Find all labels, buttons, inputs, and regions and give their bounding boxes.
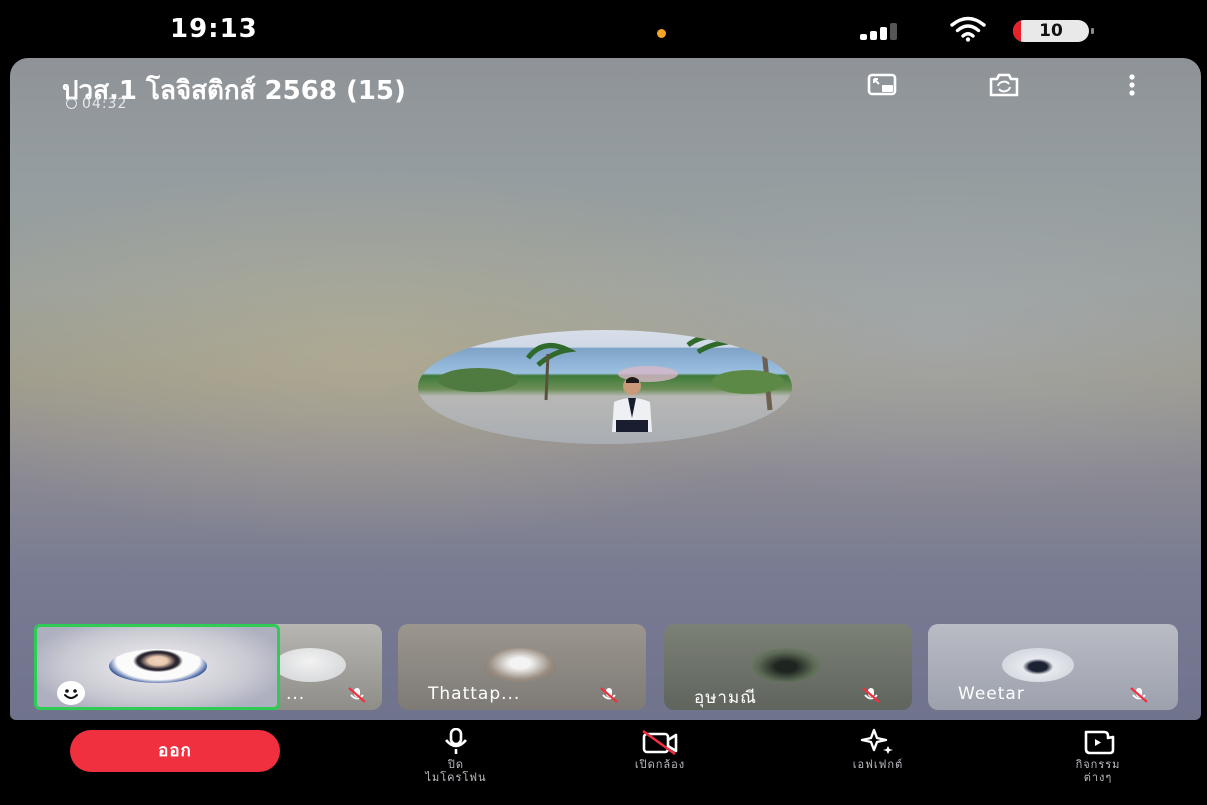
clock-icon [66,98,77,109]
active-speaker-video[interactable] [418,330,792,444]
activities-icon [1084,730,1115,755]
mute-microphone-label-2: ไมโครโฟน [425,771,487,784]
call-controls-bar: ออก ปิด ไมโครโฟน เปิดกล้อง เอฟเฟกต์ กิจก… [0,720,1207,805]
participant-name: Thattap... [428,684,521,704]
video-call-screen: 19:13 10 ปวส.1 โลจิสติกส์ 2568 (15) 04:3… [0,0,1207,805]
activities-button[interactable]: กิจกรรม ต่างๆ [1028,728,1168,784]
picture-in-picture-icon [867,73,897,96]
mic-muted-icon [348,687,366,703]
status-bar: 19:13 10 [0,0,1207,60]
camera-off-icon [642,729,678,756]
activities-label-2: ต่างๆ [1083,771,1113,784]
call-duration-text: 04:32 [82,96,128,112]
participant-name: ... [286,684,306,704]
cellular-signal-icon [860,20,912,40]
battery-level-text: 10 [1039,21,1063,41]
microphone-icon [445,728,467,754]
participant-tile-3[interactable]: Thattap... [398,624,646,710]
call-duration: 04:32 [66,96,127,112]
mic-muted-icon [1130,687,1148,703]
participant-avatar [750,648,822,682]
switch-camera-icon [989,73,1019,97]
effects-label: เอฟเฟกต์ [852,758,904,771]
participant-name: Weetar [958,684,1025,704]
turn-on-camera-button[interactable]: เปิดกล้อง [590,728,730,771]
participant-tile-5[interactable]: Weetar [928,624,1178,710]
picture-in-picture-button[interactable] [862,68,902,102]
mic-muted-icon [600,687,618,703]
participant-avatar [1002,648,1074,682]
participant-avatar [274,648,346,682]
switch-camera-button[interactable] [984,68,1024,102]
activities-label-1: กิจกรรม [1075,758,1121,771]
active-speaker-scene [438,334,784,411]
speaker-person [612,377,652,432]
battery-indicator: 10 [1013,20,1094,42]
more-options-button[interactable] [1112,68,1152,102]
wifi-icon [950,16,986,42]
participant-tile-4[interactable]: อุษามณี [664,624,912,710]
mic-muted-icon [862,687,880,703]
call-video-area: ปวส.1 โลจิสติกส์ 2568 (15) 04:32 ... Tha… [10,58,1201,720]
self-avatar [109,649,207,683]
reaction-button[interactable] [57,681,85,705]
participant-avatar [484,648,556,682]
smiley-icon [64,689,78,699]
self-video-tile[interactable] [34,624,280,710]
participant-name: อุษามณี [694,688,757,708]
recording-indicator-dot [657,29,666,38]
turn-on-camera-label: เปิดกล้อง [634,758,686,771]
effects-button[interactable]: เอฟเฟกต์ [808,728,948,771]
mute-microphone-label-1: ปิด [447,758,465,771]
more-options-icon [1129,74,1135,96]
leave-call-button[interactable]: ออก [70,730,280,772]
mute-microphone-button[interactable]: ปิด ไมโครโฟน [386,728,526,784]
status-time: 19:13 [170,14,258,44]
effects-sparkle-icon [860,728,893,754]
